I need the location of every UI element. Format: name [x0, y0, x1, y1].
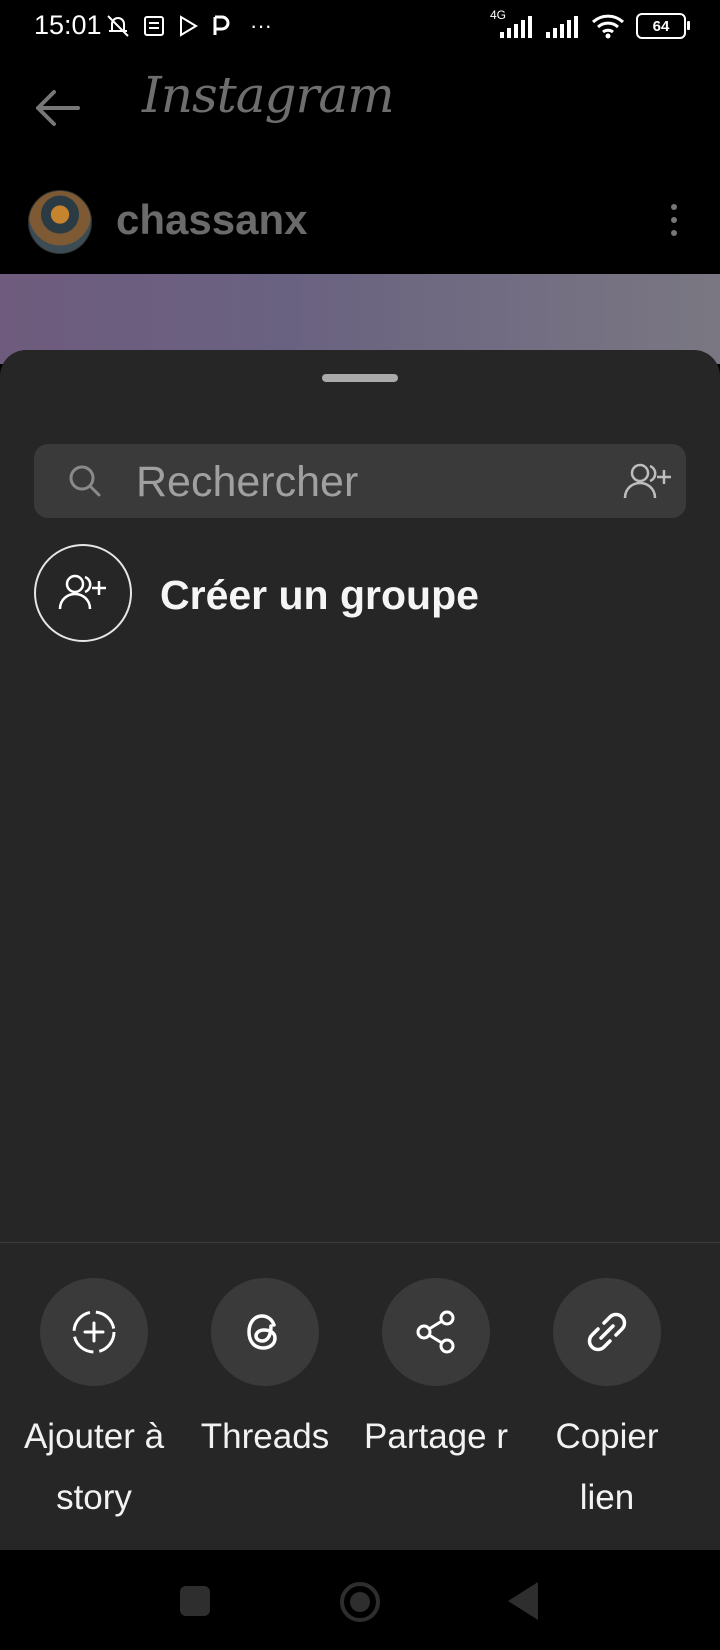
- more-options-icon[interactable]: [660, 200, 688, 244]
- news-icon: [144, 16, 164, 36]
- battery-icon: 64: [636, 13, 690, 39]
- status-bar: 15:01 ··· 4G 64: [0, 0, 720, 54]
- p-app-icon: [213, 15, 230, 35]
- wifi-icon: [591, 14, 625, 39]
- status-time: 15:01: [34, 10, 102, 40]
- app-logo: Instagram: [142, 66, 395, 124]
- nav-back-button[interactable]: [506, 1580, 540, 1622]
- username[interactable]: chassanx: [116, 196, 307, 244]
- back-arrow-icon[interactable]: [32, 88, 84, 128]
- create-group-button[interactable]: [34, 544, 132, 642]
- signal-icon: [546, 16, 578, 38]
- action-label: Threads: [200, 1417, 330, 1456]
- action-label: Partage r: [364, 1417, 508, 1456]
- threads-button[interactable]: Threads: [190, 1278, 340, 1467]
- action-label: Ajouter à story: [23, 1417, 165, 1517]
- avatar[interactable]: [28, 190, 92, 254]
- link-icon: [587, 1312, 627, 1352]
- signal-4g-icon: 4G: [490, 8, 534, 40]
- action-label: Copier lien: [555, 1417, 659, 1517]
- recents-button[interactable]: [180, 1586, 210, 1616]
- search-icon: [69, 465, 101, 497]
- home-button[interactable]: [338, 1580, 382, 1624]
- sheet-drag-handle[interactable]: [322, 374, 398, 382]
- divider: [0, 1242, 720, 1243]
- network-type: 4G: [490, 8, 507, 22]
- copy-link-button[interactable]: Copier lien: [532, 1278, 682, 1528]
- add-story-icon: [72, 1310, 116, 1354]
- muted-bell-icon: [107, 15, 129, 37]
- play-store-icon: [180, 15, 198, 37]
- threads-icon: [247, 1314, 277, 1350]
- search-input[interactable]: [34, 444, 686, 518]
- share-button[interactable]: Partage r: [361, 1278, 511, 1467]
- more-notifications-icon: ···: [250, 13, 272, 38]
- add-people-icon[interactable]: [622, 460, 674, 504]
- search-placeholder: Rechercher: [136, 458, 359, 506]
- notification-icons: ···: [104, 12, 272, 40]
- group-add-icon: [58, 574, 106, 610]
- system-icons: 4G 64: [490, 8, 690, 40]
- create-group-label[interactable]: Créer un groupe: [160, 572, 479, 619]
- add-to-story-button[interactable]: Ajouter à story: [19, 1278, 169, 1528]
- share-icon: [416, 1310, 455, 1354]
